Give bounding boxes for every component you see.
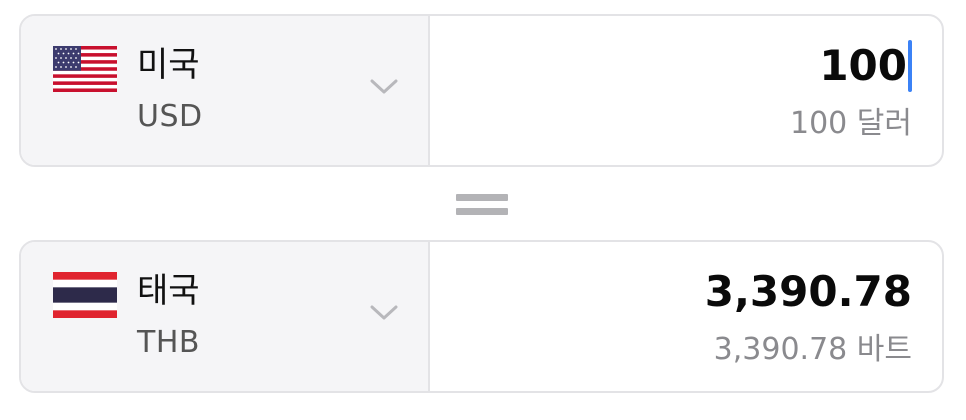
us-flag-icon <box>53 46 117 92</box>
currency-converter: 미국 USD 100 100 달러 태국 THB 3,390.78 3,390.… <box>0 0 966 420</box>
source-currency-code: USD <box>137 99 203 134</box>
source-currency-picker[interactable]: 미국 USD <box>21 16 430 165</box>
target-country-name: 태국 <box>137 271 200 311</box>
target-amount-words: 3,390.78 바트 <box>713 332 912 367</box>
source-amount-area[interactable]: 100 100 달러 <box>430 16 942 165</box>
equals-icon <box>456 194 508 216</box>
source-amount-input[interactable]: 100 <box>819 38 912 94</box>
chevron-down-icon <box>370 79 398 94</box>
chevron-down-icon <box>370 305 398 320</box>
source-country-name: 미국 <box>137 45 200 85</box>
source-currency-card: 미국 USD 100 100 달러 <box>19 14 944 167</box>
thailand-flag-icon <box>53 272 117 318</box>
target-amount-area[interactable]: 3,390.78 3,390.78 바트 <box>430 242 942 391</box>
target-amount-value: 3,390.78 <box>704 267 912 316</box>
source-amount-value: 100 <box>819 41 907 90</box>
target-currency-card: 태국 THB 3,390.78 3,390.78 바트 <box>19 240 944 393</box>
source-amount-words: 100 달러 <box>790 106 912 141</box>
text-caret <box>908 40 912 92</box>
target-currency-code: THB <box>137 325 200 360</box>
target-currency-picker[interactable]: 태국 THB <box>21 242 430 391</box>
